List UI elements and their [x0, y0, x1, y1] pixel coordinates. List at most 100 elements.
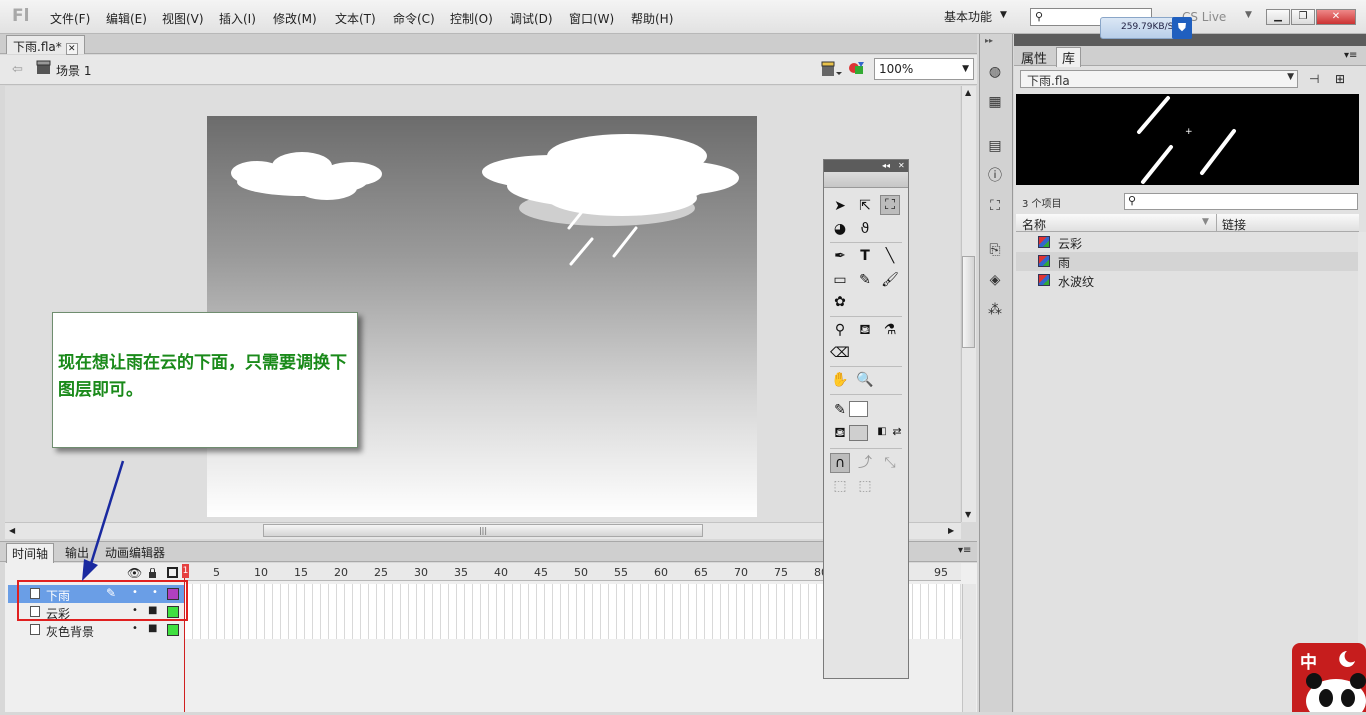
visibility-dot[interactable]: • [132, 623, 138, 634]
fill-color-swatch[interactable] [849, 425, 868, 441]
ruler-tick: 70 [734, 566, 748, 579]
swatches-icon[interactable]: ▦ [984, 92, 1006, 112]
close-button[interactable]: ✕ [1316, 9, 1356, 25]
close-icon[interactable]: ✕ [898, 160, 905, 171]
components-icon[interactable]: ◈ [984, 270, 1006, 290]
zoom-tool-icon[interactable]: 🔍 [855, 370, 875, 390]
menu-view[interactable]: 视图(V) [162, 10, 204, 27]
menu-debug[interactable]: 调试(D) [510, 10, 553, 27]
scrollbar-thumb[interactable]: ||| [263, 524, 703, 537]
pen-tool-icon[interactable]: ✒ [830, 246, 850, 266]
eyedropper-tool-icon[interactable]: ⚗ [880, 320, 900, 340]
swap-colors-icon[interactable]: ⇄ [887, 422, 907, 442]
text-tool-icon[interactable]: T [855, 246, 875, 266]
info-icon[interactable]: ⓘ [984, 166, 1006, 186]
library-item-rain[interactable]: 雨 [1016, 252, 1359, 271]
transform-icon[interactable]: ⛶ [984, 196, 1006, 216]
timeline-scrollbar[interactable] [962, 584, 976, 712]
library-search-input[interactable]: ⚲ [1124, 193, 1358, 210]
tool-divider [830, 448, 902, 449]
eraser-tool-icon[interactable]: ⌫ [830, 343, 850, 363]
deco-tool-icon[interactable]: ✿ [830, 292, 850, 312]
chevron-down-icon[interactable]: ▼ [1000, 10, 1007, 20]
tab-timeline[interactable]: 时间轴 [6, 543, 55, 563]
restore-button[interactable]: ❐ [1291, 9, 1315, 25]
menu-edit[interactable]: 编辑(E) [106, 10, 147, 27]
smooth-icon[interactable]: ⤴ [855, 453, 875, 473]
lasso-tool-icon[interactable]: ϑ [855, 219, 875, 239]
fill-color-icon[interactable]: ⛾ [830, 423, 850, 443]
cloud-small[interactable] [231, 152, 382, 200]
subselection-tool-icon[interactable]: ⇱ [855, 196, 875, 216]
menu-control[interactable]: 控制(O) [450, 10, 493, 27]
scroll-right-icon[interactable]: ▶ [948, 526, 954, 535]
bone-tool-icon[interactable]: ⚲ [830, 320, 850, 340]
lock-icon[interactable] [148, 568, 157, 578]
scroll-up-icon[interactable]: ▲ [965, 88, 971, 97]
menu-commands[interactable]: 命令(C) [393, 10, 435, 27]
line-tool-icon[interactable]: ╲ [880, 246, 900, 266]
expand-icon[interactable]: ▸▸ [985, 36, 993, 45]
minimize-button[interactable]: ▁ [1266, 9, 1290, 25]
pin-icon[interactable]: ⊣ [1309, 72, 1319, 86]
snap-magnet-icon[interactable]: ∩ [830, 453, 850, 473]
motion-presets-icon[interactable]: ⁂ [984, 300, 1006, 320]
tab-properties[interactable]: 属性 [1021, 48, 1047, 67]
column-name[interactable]: 名称 [1022, 216, 1046, 233]
menu-help[interactable]: 帮助(H) [631, 10, 673, 27]
workspace-switcher[interactable]: 基本功能 [944, 8, 992, 25]
actions-icon[interactable]: ⎘ [984, 240, 1006, 260]
column-link[interactable]: 链接 [1222, 216, 1246, 233]
panel-menu-icon[interactable]: ▾≡ [958, 545, 971, 556]
menu-insert[interactable]: 插入(I) [219, 10, 256, 27]
library-item-clouds[interactable]: 云彩 [1016, 233, 1359, 252]
align-icon[interactable]: ▤ [984, 136, 1006, 156]
paint-bucket-tool-icon[interactable]: ⛾ [855, 320, 875, 340]
tab-library[interactable]: 库 [1056, 47, 1082, 67]
tools-panel-header[interactable]: ◂◂ ✕ [824, 160, 908, 172]
zoom-select[interactable]: 100% ▼ [874, 58, 974, 80]
layer-row-gray-bg[interactable]: 灰色背景 • ■ [8, 621, 185, 639]
menu-text[interactable]: 文本(T) [335, 10, 376, 27]
scroll-down-icon[interactable]: ▼ [965, 510, 971, 519]
straighten-icon[interactable]: ⤡ [880, 453, 900, 473]
library-item-ripple[interactable]: 水波纹 [1016, 271, 1359, 290]
library-file-select[interactable]: 下雨.fla ▼ [1020, 70, 1298, 88]
scroll-left-icon[interactable]: ◀ [9, 526, 15, 535]
scale-icon[interactable]: ⬚ [855, 476, 875, 496]
stroke-color-swatch[interactable] [849, 401, 868, 417]
rectangle-tool-icon[interactable]: ▭ [830, 270, 850, 290]
menu-file[interactable]: 文件(F) [50, 10, 90, 27]
back-arrow-icon[interactable]: ⇦ [12, 62, 23, 77]
edit-symbols-icon[interactable] [848, 60, 870, 78]
outline-icon[interactable] [167, 567, 178, 578]
free-transform-tool-icon[interactable]: ⛶ [880, 195, 900, 215]
playhead-line[interactable] [184, 564, 185, 712]
playhead[interactable]: 1 [182, 564, 189, 578]
tools-grip[interactable] [824, 172, 908, 188]
selection-tool-icon[interactable]: ➤ [830, 196, 850, 216]
new-library-icon[interactable]: ⊞ [1335, 72, 1345, 86]
color-icon[interactable]: ◍ [984, 62, 1006, 82]
edit-scene-icon[interactable] [820, 60, 842, 78]
close-icon[interactable]: ✕ [65, 43, 78, 55]
hand-tool-icon[interactable]: ✋ [830, 370, 850, 390]
panel-menu-icon[interactable]: ▾≡ [1344, 50, 1357, 61]
brush-tool-icon[interactable]: 🖌 [880, 270, 900, 290]
library-file-name: 下雨.fla [1027, 74, 1070, 88]
3d-rotation-tool-icon[interactable]: ◕ [830, 219, 850, 239]
menu-modify[interactable]: 修改(M) [273, 10, 317, 27]
scrollbar-thumb[interactable] [962, 256, 975, 348]
library-scrollbar[interactable] [1358, 232, 1366, 712]
collapse-icon[interactable]: ◂◂ [882, 160, 890, 171]
layer-color-swatch[interactable] [167, 624, 179, 636]
menu-window[interactable]: 窗口(W) [569, 10, 614, 27]
sort-icon[interactable]: ▼ [1202, 217, 1209, 227]
rotate-skew-icon[interactable]: ⬚ [830, 476, 850, 496]
cloud-large[interactable] [482, 134, 739, 226]
chevron-down-icon[interactable]: ▼ [1245, 10, 1252, 20]
document-tab[interactable]: 下雨.fla* ✕ [6, 35, 85, 55]
stroke-color-icon[interactable]: ✎ [830, 400, 850, 420]
pencil-tool-icon[interactable]: ✎ [855, 270, 875, 290]
lock-icon[interactable]: ■ [148, 623, 157, 634]
